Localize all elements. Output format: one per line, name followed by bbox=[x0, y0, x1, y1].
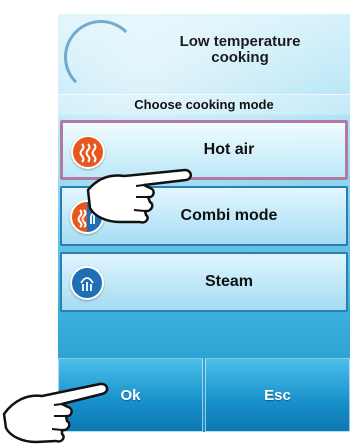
mode-label-steam: Steam bbox=[204, 273, 254, 290]
mode-label-hot-air: Hot air bbox=[203, 141, 255, 158]
page: Low temperature cooking Choose cooking m… bbox=[0, 0, 355, 448]
screen-subtitle: Choose cooking mode bbox=[58, 94, 350, 115]
esc-button[interactable]: Esc bbox=[205, 358, 350, 432]
hot-air-icon bbox=[71, 135, 105, 169]
header: Low temperature cooking bbox=[58, 14, 350, 94]
header-decoration-arc bbox=[64, 20, 138, 94]
ok-button[interactable]: Ok bbox=[58, 358, 203, 432]
mode-option-steam[interactable]: Steam bbox=[60, 252, 348, 312]
mode-option-hot-air[interactable]: Hot air bbox=[60, 120, 348, 180]
screen-title: Low temperature cooking bbox=[179, 33, 301, 66]
oven-control-screen: Low temperature cooking Choose cooking m… bbox=[58, 14, 350, 432]
steam-icon bbox=[70, 266, 104, 300]
combi-mode-icon bbox=[70, 200, 104, 234]
bottom-button-bar: Ok Esc bbox=[58, 358, 350, 432]
mode-label-combi: Combi mode bbox=[180, 207, 278, 224]
mode-option-combi[interactable]: Combi mode bbox=[60, 186, 348, 246]
